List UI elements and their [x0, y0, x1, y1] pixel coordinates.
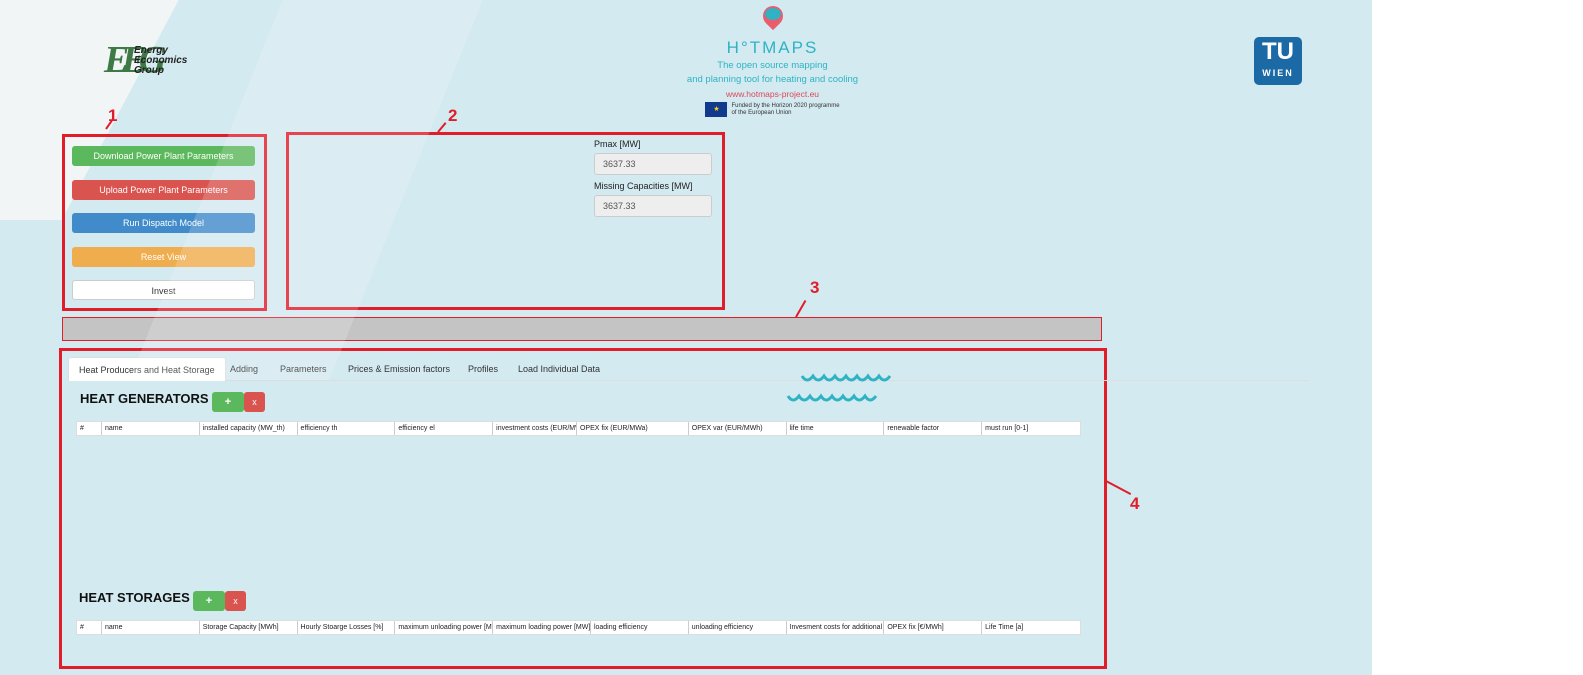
column-header[interactable]: loading efficiency: [591, 621, 689, 634]
tab-prices-emission[interactable]: Prices & Emission factors: [338, 357, 460, 381]
eeg-line-3: Group: [134, 65, 164, 76]
eu-text-2: of the European Union: [731, 109, 792, 116]
tu-logo-bottom: WIEN: [1262, 68, 1294, 78]
heat-storages-table-header: # name Storage Capacity [MWh] Hourly Sto…: [76, 620, 1081, 635]
eeg-logo-text: Energy Economics Group: [134, 46, 187, 76]
column-header[interactable]: OPEX fix (EUR/MWa): [577, 422, 689, 435]
progress-bar: [62, 317, 1102, 341]
add-storage-button[interactable]: +: [193, 591, 225, 611]
column-header[interactable]: maximum unloading power [MW]: [395, 621, 494, 634]
eeg-logo: EEG Energy Economics Group: [104, 40, 187, 86]
invest-button[interactable]: Invest: [72, 280, 255, 300]
column-header[interactable]: #: [77, 621, 102, 634]
column-header[interactable]: OPEX fix [€/MWh]: [884, 621, 983, 634]
remove-generator-button[interactable]: x: [244, 392, 265, 412]
tab-bar: Heat Producers and Heat Storage Adding P…: [68, 357, 1308, 381]
remove-storage-button[interactable]: x: [225, 591, 246, 611]
tab-adding[interactable]: Adding: [220, 357, 268, 381]
tu-logo-top: TU: [1262, 38, 1294, 65]
missing-capacities-field[interactable]: 3637.33: [594, 195, 712, 217]
column-header[interactable]: life time: [787, 422, 885, 435]
column-header[interactable]: #: [77, 422, 102, 435]
tab-profiles[interactable]: Profiles: [458, 357, 508, 381]
column-header[interactable]: Invesment costs for additional: [787, 621, 885, 634]
annotation-3: 3: [810, 278, 820, 297]
tu-wien-logo: TU WIEN: [1254, 37, 1302, 85]
column-header[interactable]: renewable factor: [884, 422, 983, 435]
column-header[interactable]: efficiency th: [298, 422, 396, 435]
upload-parameters-button[interactable]: Upload Power Plant Parameters: [72, 180, 255, 200]
column-header[interactable]: OPEX var (EUR/MWh): [689, 422, 787, 435]
missing-capacities-label: Missing Capacities [MW]: [594, 181, 693, 191]
heat-generators-table-header: # name installed capacity (MW_th) effici…: [76, 421, 1081, 436]
column-header[interactable]: installed capacity (MW_th): [200, 422, 298, 435]
annotation-3-line: [795, 300, 807, 318]
hotmaps-pin-icon: [758, 1, 787, 32]
download-parameters-button[interactable]: Download Power Plant Parameters: [72, 146, 255, 166]
hotmaps-tagline-2: and planning tool for heating and coolin…: [686, 74, 859, 85]
tab-parameters[interactable]: Parameters: [270, 357, 337, 381]
eu-flag-icon: ★: [705, 102, 728, 117]
column-header[interactable]: efficiency el: [395, 422, 494, 435]
run-dispatch-button[interactable]: Run Dispatch Model: [72, 213, 255, 233]
column-header[interactable]: Life Time [a]: [982, 621, 1080, 634]
eu-funding: ★ Funded by the Horizon 2020 programme o…: [670, 102, 875, 117]
eu-funding-text: Funded by the Horizon 2020 programme of …: [731, 103, 839, 117]
annotation-4-line: [1105, 480, 1132, 496]
column-header[interactable]: Storage Capacity [MWh]: [200, 621, 298, 634]
hotmaps-url: www.hotmaps-project.eu: [725, 89, 820, 99]
column-header[interactable]: unloading efficiency: [689, 621, 787, 634]
column-header[interactable]: must run [0-1]: [982, 422, 1080, 435]
heat-storages-title: HEAT STORAGES: [79, 590, 190, 605]
hotmaps-tagline-1: The open source mapping: [717, 60, 828, 71]
annotation-2: 2: [448, 106, 458, 125]
app-canvas: EEG Energy Economics Group H°TMAPS The o…: [0, 0, 1372, 675]
column-header[interactable]: maximum loading power [MW]: [493, 621, 591, 634]
eu-text-1: Funded by the Horizon 2020 programme: [731, 102, 840, 109]
pmax-field[interactable]: 3637.33: [594, 153, 712, 175]
column-header[interactable]: name: [102, 621, 200, 634]
column-header[interactable]: name: [102, 422, 200, 435]
waves-icon: [786, 373, 892, 402]
reset-view-button[interactable]: Reset View: [72, 247, 255, 267]
column-header[interactable]: investment costs (EUR/MW_th): [493, 422, 577, 435]
tab-heat-producers[interactable]: Heat Producers and Heat Storage: [68, 357, 226, 381]
hotmaps-title: H°TMAPS: [726, 38, 819, 57]
column-header[interactable]: Hourly Stoarge Losses [%]: [298, 621, 396, 634]
hotmaps-logo: H°TMAPS The open source mapping and plan…: [670, 1, 875, 117]
tab-load-individual-data[interactable]: Load Individual Data: [508, 357, 610, 381]
heat-generators-title: HEAT GENERATORS: [80, 391, 209, 406]
add-generator-button[interactable]: +: [212, 392, 244, 412]
pmax-label: Pmax [MW]: [594, 139, 641, 149]
annotation-4: 4: [1130, 494, 1140, 513]
